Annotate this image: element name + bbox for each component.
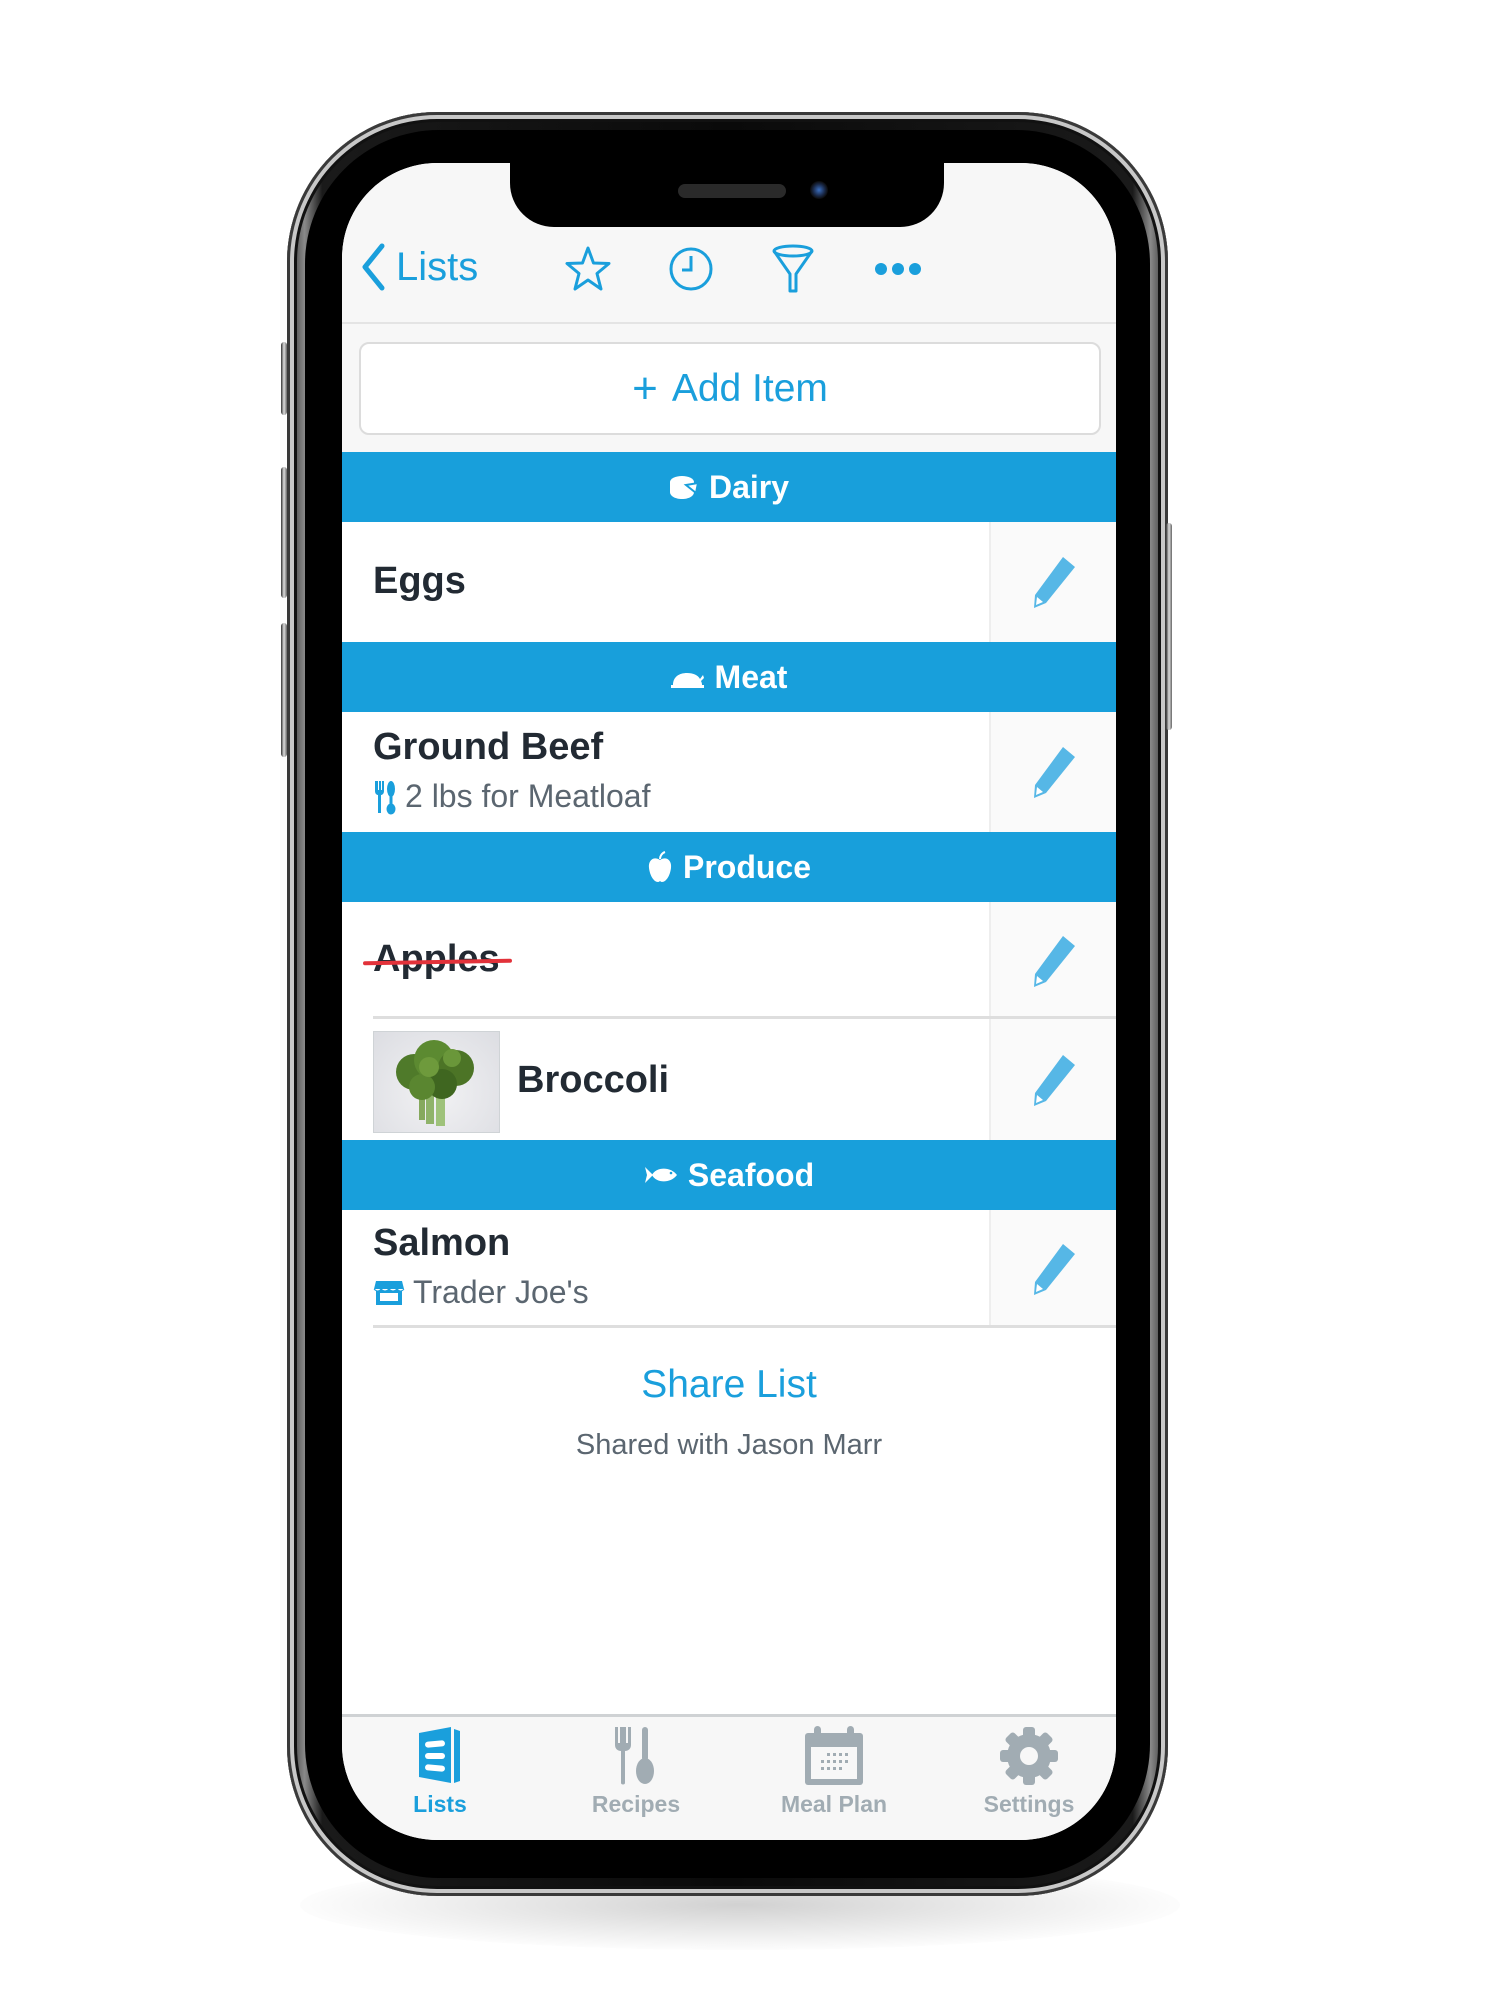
tab-lists[interactable]: Lists (360, 1725, 520, 1818)
item-subtitle: 2 lbs for Meatloaf (373, 778, 650, 815)
section-header-meat: Meat (342, 642, 1116, 712)
store-icon (373, 1280, 405, 1305)
broccoli-image (396, 1040, 474, 1126)
shared-with-text: Shared with Jason Marr (575, 1429, 883, 1461)
more-icon (875, 263, 921, 275)
item-title: Broccoli (517, 1059, 670, 1101)
pencil-icon (1033, 557, 1075, 608)
favorites-button[interactable] (562, 243, 614, 295)
item-title: Salmon (373, 1222, 511, 1264)
speaker-grille (678, 184, 786, 198)
pencil-icon (1033, 1244, 1075, 1295)
clock-icon (669, 247, 713, 291)
item-title: Ground Beef (373, 726, 604, 768)
edit-item-button[interactable] (989, 902, 1116, 1019)
tab-meal-plan[interactable]: Meal Plan (754, 1725, 914, 1818)
edit-item-button[interactable] (989, 1210, 1116, 1328)
section-header-seafood: Seafood (342, 1140, 1116, 1210)
cheese-icon (669, 476, 699, 499)
section-header-produce: Produce (342, 832, 1116, 902)
item-subtitle: Trader Joe's (373, 1274, 589, 1311)
gear-icon (1000, 1727, 1058, 1785)
tab-label: Meal Plan (780, 1791, 888, 1817)
plus-icon: + (632, 363, 658, 413)
pencil-icon (1033, 935, 1075, 987)
pencil-icon (1033, 1054, 1075, 1106)
more-button[interactable] (872, 243, 924, 295)
list-item-broccoli[interactable]: Broccoli (342, 1019, 1116, 1140)
lists-icon (419, 1727, 460, 1783)
edit-item-button[interactable] (989, 1019, 1116, 1140)
apple-icon (648, 851, 672, 882)
utensils-icon (375, 780, 396, 814)
tab-recipes[interactable]: Recipes (556, 1725, 716, 1818)
turkey-icon (670, 673, 704, 688)
section-title: Dairy (708, 468, 790, 505)
power-button (1166, 523, 1172, 730)
chevron-left-icon (362, 243, 385, 291)
item-title: Eggs (373, 560, 466, 602)
list-item-eggs[interactable]: Eggs (342, 522, 1116, 642)
front-camera (810, 181, 828, 199)
edit-item-button[interactable] (989, 712, 1116, 832)
section-title: Meat (714, 658, 788, 695)
notch (510, 163, 944, 227)
tab-settings[interactable]: Settings (949, 1725, 1109, 1818)
tab-bar: Lists Recipes Meal Plan Settings (342, 1714, 1116, 1840)
fork-spoon-icon (615, 1727, 654, 1785)
back-label: Lists (396, 244, 479, 289)
tab-label: Lists (413, 1791, 467, 1817)
history-button[interactable] (665, 243, 717, 295)
star-icon (565, 246, 611, 291)
volume-down-button (281, 623, 287, 757)
item-photo[interactable] (373, 1031, 500, 1133)
mute-switch (281, 342, 287, 415)
tab-label: Settings (983, 1791, 1075, 1817)
back-button[interactable]: Lists (360, 243, 478, 291)
item-title-checked: Apples (373, 938, 500, 980)
section-header-dairy: Dairy (342, 452, 1116, 522)
volume-up-button (281, 467, 287, 598)
list-item-salmon[interactable]: Salmon Trader Joe's (342, 1210, 1116, 1328)
share-section: Share List Shared with Jason Marr (342, 1363, 1116, 1462)
filter-icon (772, 244, 814, 293)
calendar-icon (805, 1726, 863, 1785)
fish-icon (644, 1167, 677, 1183)
pencil-icon (1033, 747, 1075, 798)
app-screen: Lists + Add Item Dairy Eggs Meat Ground … (342, 163, 1116, 1840)
subtitle-text: Trader Joe's (413, 1274, 589, 1310)
share-list-link[interactable]: Share List (641, 1363, 817, 1407)
add-item-button[interactable]: + Add Item (359, 342, 1101, 435)
subtitle-text: 2 lbs for Meatloaf (405, 778, 651, 814)
section-title: Seafood (687, 1156, 815, 1193)
list-item-ground-beef[interactable]: Ground Beef 2 lbs for Meatloaf (342, 712, 1116, 832)
add-item-label: Add Item (671, 366, 828, 410)
list-item-apples[interactable]: Apples (342, 902, 1116, 1019)
tab-label: Recipes (591, 1791, 681, 1817)
section-title: Produce (682, 848, 812, 885)
filter-button[interactable] (767, 243, 819, 295)
row-separator (373, 1325, 1116, 1328)
edit-item-button[interactable] (989, 522, 1116, 642)
add-item-bar: + Add Item (342, 324, 1116, 452)
